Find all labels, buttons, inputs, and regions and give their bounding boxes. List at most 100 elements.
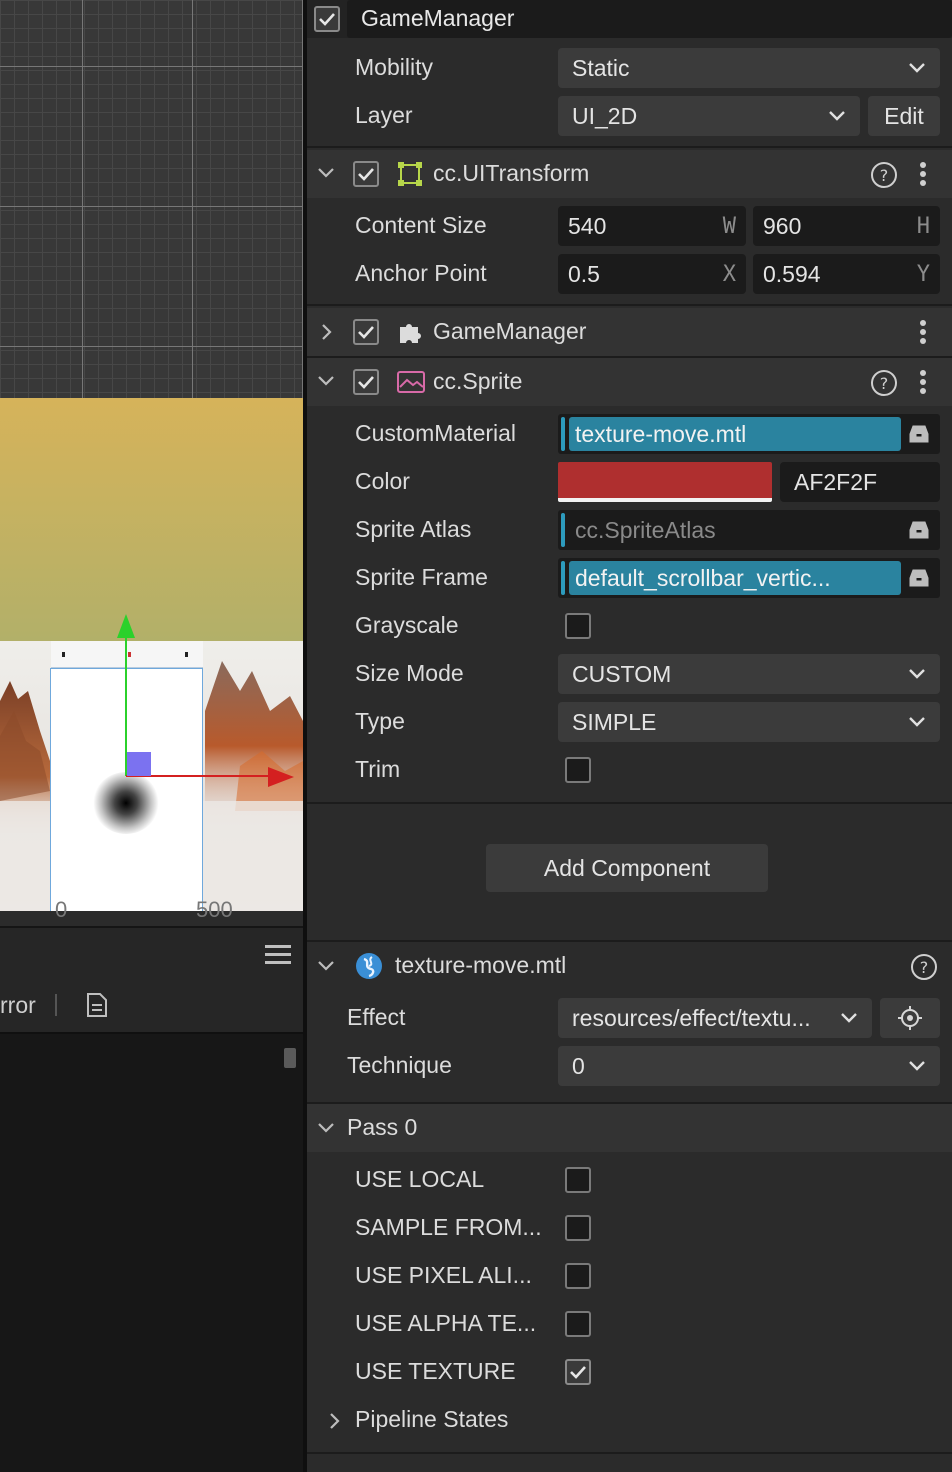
layer-select[interactable]: UI_2D — [558, 96, 860, 136]
size-mode-label: Size Mode — [355, 660, 464, 686]
layer-edit-button[interactable]: Edit — [868, 96, 940, 136]
color-swatch[interactable] — [558, 462, 772, 502]
chevron-down-icon[interactable] — [317, 1122, 335, 1134]
add-component-button[interactable]: Add Component — [486, 844, 768, 892]
asset-picker-icon-wrap[interactable] — [901, 424, 937, 444]
content-size-width-input[interactable]: 540 W — [558, 206, 746, 246]
chevron-down-icon[interactable] — [317, 167, 335, 179]
anchor-y-input[interactable]: 0.594 Y — [753, 254, 940, 294]
custom-material-asset-field[interactable]: texture-move.mtl — [558, 414, 940, 454]
help-icon[interactable]: ? — [910, 953, 938, 981]
puzzle-icon — [400, 324, 421, 343]
sprite-component-title: cc.Sprite — [433, 368, 523, 394]
uitransform-header[interactable]: cc.UITransform ? — [307, 150, 952, 198]
pass-header[interactable]: Pass 0 — [307, 1104, 952, 1152]
asset-type-bar — [561, 561, 565, 595]
document-icon[interactable] — [85, 992, 109, 1018]
use-local-checkbox[interactable] — [565, 1167, 591, 1193]
content-size-height-input[interactable]: 960 H — [753, 206, 940, 246]
use-alpha-test-checkbox[interactable] — [565, 1311, 591, 1337]
custom-material-value: texture-move.mtl — [569, 417, 901, 451]
svg-text:?: ? — [880, 374, 889, 393]
grayscale-label: Grayscale — [355, 612, 459, 638]
color-hex-input[interactable]: AF2F2F — [780, 462, 940, 502]
effect-value: resources/effect/textu... — [572, 1004, 811, 1031]
sprite-enabled-checkbox[interactable] — [353, 369, 379, 395]
axis-label: W — [722, 213, 736, 239]
help-icon[interactable]: ? — [870, 369, 898, 397]
size-mode-select[interactable]: CUSTOM — [558, 654, 940, 694]
material-icon — [356, 953, 382, 979]
custom-material-label: CustomMaterial — [355, 420, 517, 446]
console-scrollbar[interactable] — [284, 1048, 296, 1068]
technique-value: 0 — [572, 1052, 585, 1079]
pass-option-label: USE TEXTURE — [355, 1358, 516, 1384]
chevron-down-icon[interactable] — [317, 375, 335, 387]
scene-footer — [0, 911, 303, 926]
anchor-x-input[interactable]: 0.5 X — [558, 254, 746, 294]
effect-select[interactable]: resources/effect/textu... — [558, 998, 872, 1038]
console-log-area[interactable] — [0, 1032, 303, 1472]
sprite-atlas-value: cc.SpriteAtlas — [575, 516, 716, 543]
use-texture-checkbox[interactable] — [565, 1359, 591, 1385]
check-icon — [358, 326, 374, 339]
check-icon — [570, 1366, 586, 1379]
move-gizmo[interactable] — [0, 600, 303, 800]
trim-checkbox[interactable] — [565, 757, 591, 783]
more-options-icon[interactable] — [919, 369, 927, 395]
layer-value: UI_2D — [572, 102, 638, 129]
use-pixel-align-checkbox[interactable] — [565, 1263, 591, 1289]
mobility-select[interactable]: Static — [558, 48, 940, 88]
gamemanager-enabled-checkbox[interactable] — [353, 319, 379, 345]
help-icon[interactable]: ? — [870, 161, 898, 189]
content-size-label: Content Size — [355, 212, 487, 238]
check-icon — [319, 13, 335, 26]
uitransform-enabled-checkbox[interactable] — [353, 161, 379, 187]
chevron-down-icon — [909, 63, 925, 73]
locate-icon — [898, 1006, 922, 1030]
content-size-height-value: 960 — [763, 212, 802, 239]
check-icon — [358, 376, 374, 389]
more-options-icon[interactable] — [919, 161, 927, 187]
pass-option-label: USE LOCAL — [355, 1166, 485, 1192]
sample-from-checkbox[interactable] — [565, 1215, 591, 1241]
separator — [307, 802, 952, 804]
gamemanager-component-header[interactable]: GameManager — [307, 308, 952, 356]
technique-select[interactable]: 0 — [558, 1046, 940, 1086]
type-select[interactable]: SIMPLE — [558, 702, 940, 742]
separator — [307, 304, 952, 306]
sprite-atlas-asset-field[interactable]: cc.SpriteAtlas — [558, 510, 940, 550]
chevron-down-icon — [829, 111, 845, 121]
layer-label: Layer — [355, 102, 413, 128]
separator — [307, 1452, 952, 1454]
scene-grid[interactable] — [0, 0, 303, 398]
material-header[interactable]: texture-move.mtl ? — [307, 942, 952, 990]
sprite-frame-asset-field[interactable]: default_scrollbar_vertic... — [558, 558, 940, 598]
sprite-component-header[interactable]: cc.Sprite ? — [307, 358, 952, 406]
anchor-y-value: 0.594 — [763, 260, 821, 287]
inbox-icon — [909, 425, 929, 443]
console-filter-error[interactable]: rror — [0, 992, 36, 1019]
asset-picker-icon-wrap[interactable] — [901, 520, 937, 540]
menu-icon[interactable] — [265, 944, 291, 966]
size-mode-value: CUSTOM — [572, 660, 672, 687]
chevron-down-icon[interactable] — [317, 960, 335, 972]
node-active-checkbox[interactable] — [314, 6, 340, 32]
asset-type-bar — [561, 417, 565, 451]
pipeline-states-label: Pipeline States — [355, 1406, 509, 1432]
grayscale-checkbox[interactable] — [565, 613, 591, 639]
more-options-icon[interactable] — [919, 319, 927, 345]
inspector-panel: GameManager Mobility Static Layer UI_2D … — [307, 0, 952, 1472]
asset-picker-icon-wrap[interactable] — [901, 568, 937, 588]
locate-effect-button[interactable] — [880, 998, 940, 1038]
mobility-label: Mobility — [355, 54, 433, 80]
image-icon — [397, 371, 425, 393]
chevron-down-icon — [909, 669, 925, 679]
chevron-right-icon[interactable] — [321, 323, 333, 341]
node-name-input[interactable]: GameManager — [347, 0, 952, 38]
chevron-right-icon[interactable] — [329, 1412, 341, 1430]
chevron-down-icon — [841, 1013, 857, 1023]
separator — [307, 146, 952, 148]
uitransform-title: cc.UITransform — [433, 160, 590, 186]
pipeline-states-row[interactable]: Pipeline States — [307, 1398, 952, 1446]
